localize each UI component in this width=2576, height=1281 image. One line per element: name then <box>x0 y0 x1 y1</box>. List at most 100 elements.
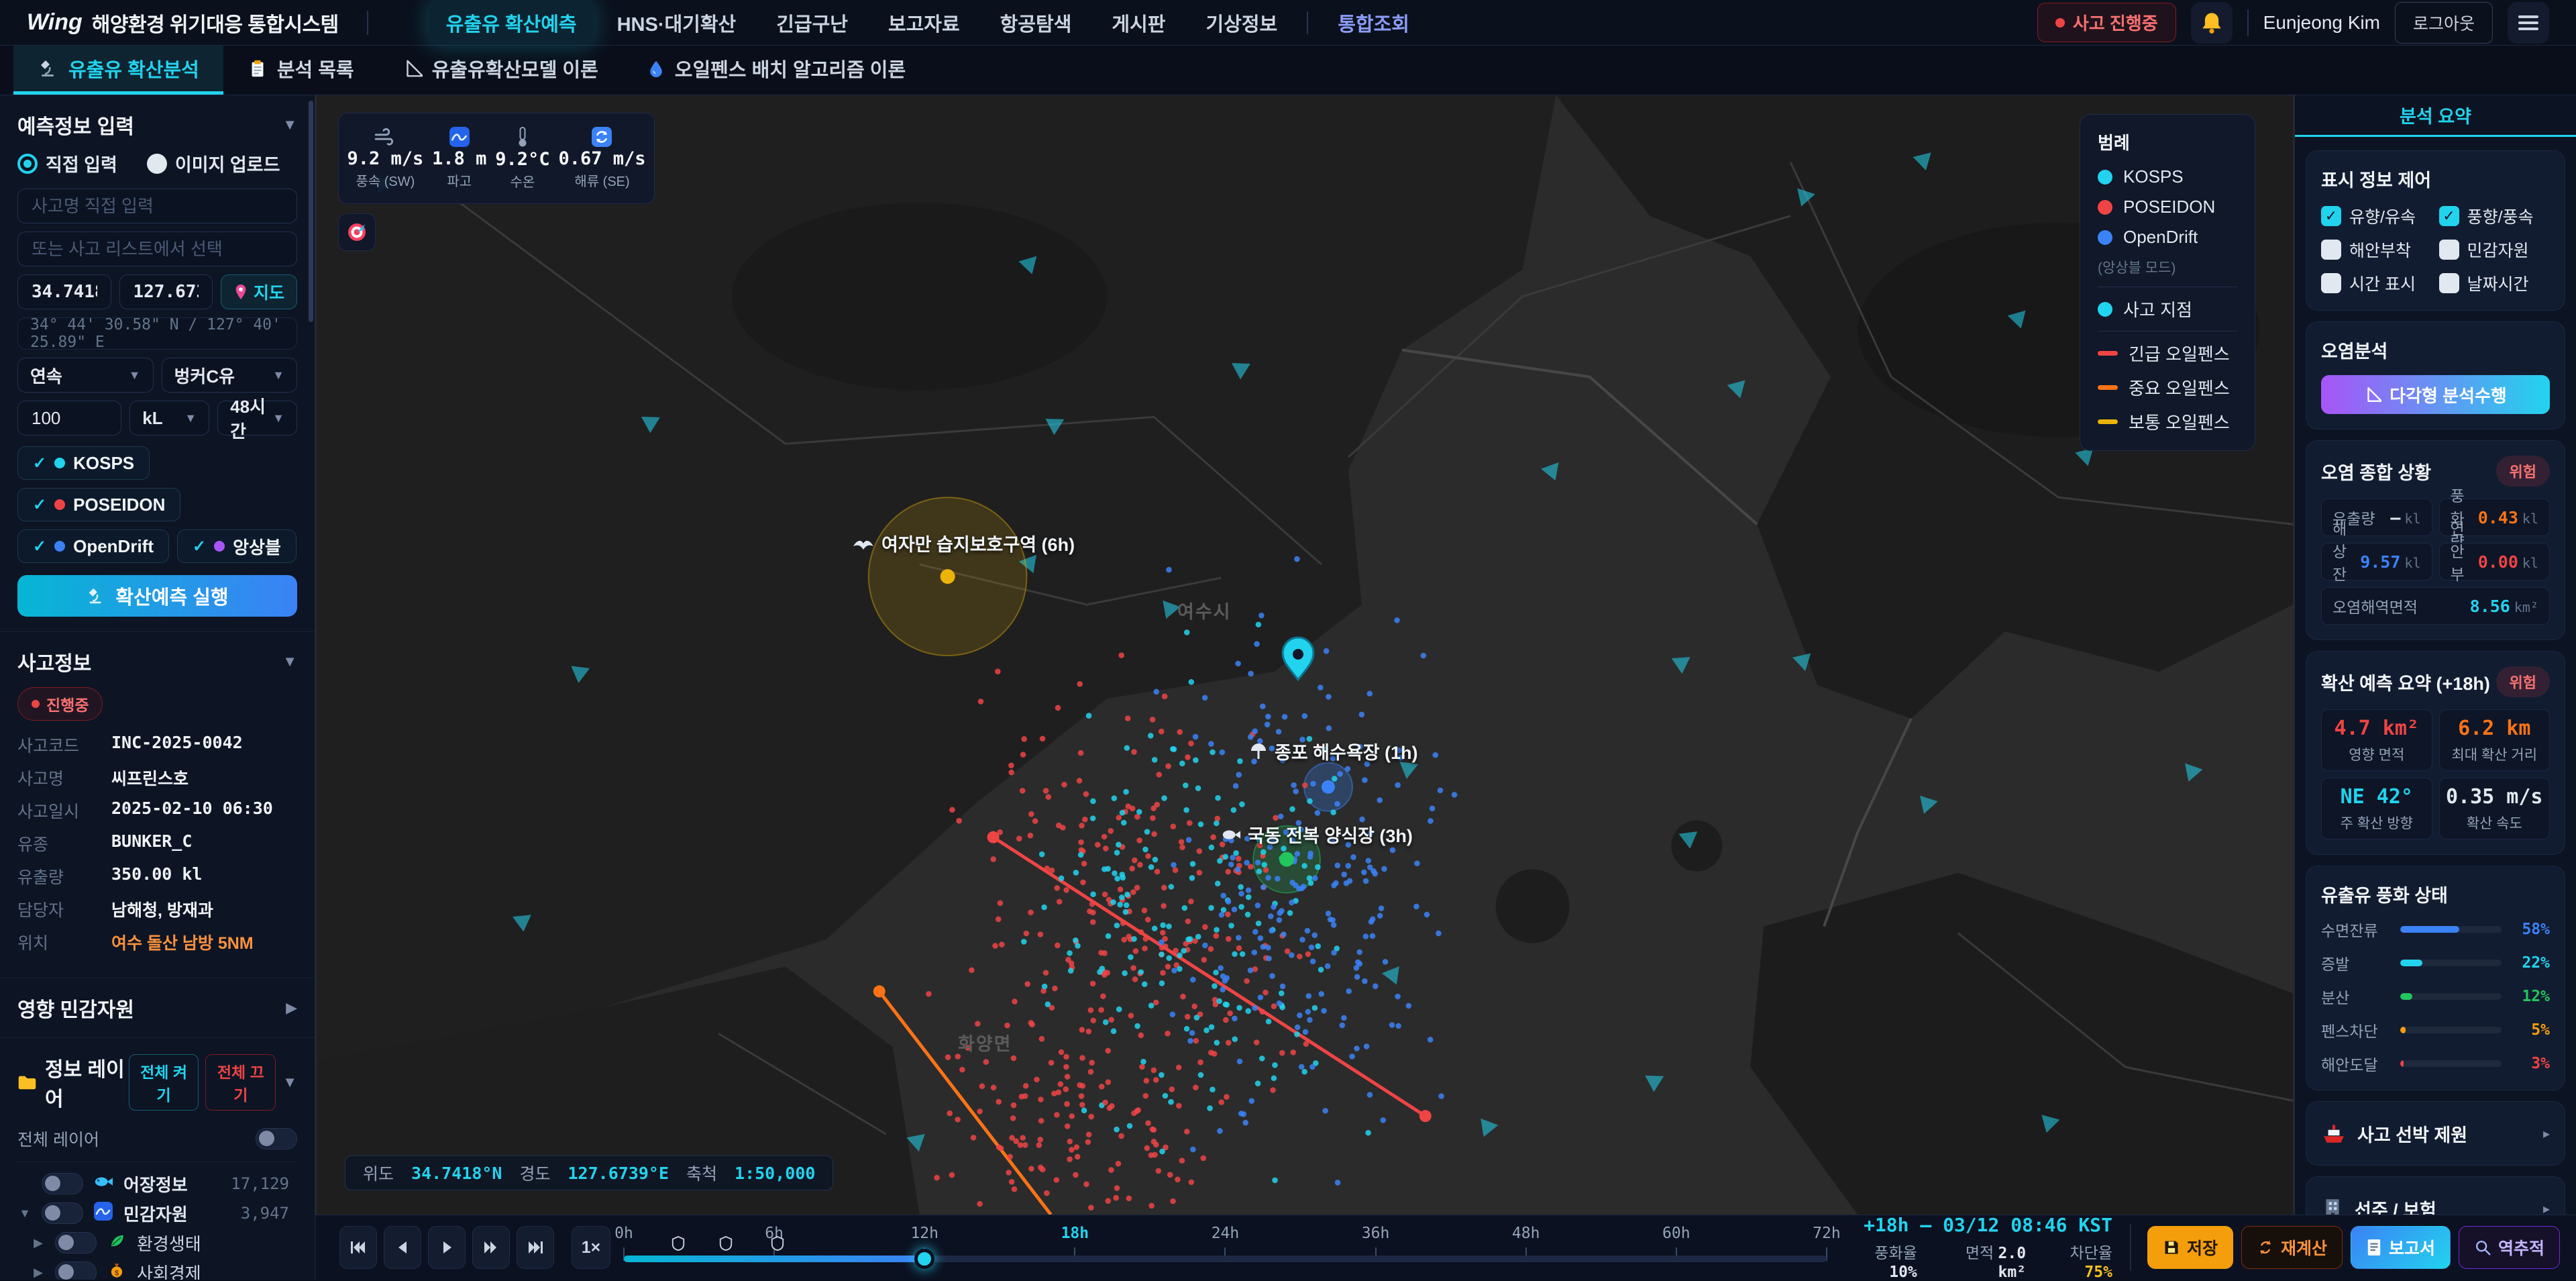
legend-fence-emergency: 긴급 오일펜스 <box>2098 341 2237 366</box>
all-layers-toggle[interactable] <box>256 1128 297 1149</box>
nav-reports[interactable]: 보고자료 <box>871 0 977 46</box>
info-layers-section: 정보 레이어 전체 켜기 전체 끄기 ▼ 전체 레이어 어장정보 17,129 … <box>0 1038 315 1280</box>
bar-surface-remaining: 수면잔류 58% <box>2321 918 2550 941</box>
expander-closed-icon[interactable]: ▶ <box>31 1236 46 1250</box>
tab-oil-fence-algorithm-theory[interactable]: 오일펜스 배치 알고리즘 이론 <box>623 46 930 95</box>
unit-select[interactable]: kL ▼ <box>129 401 209 435</box>
current-arrow-icon <box>641 417 660 433</box>
playback-speed-button[interactable]: 1× <box>572 1226 610 1269</box>
layer-toggle[interactable] <box>55 1232 97 1253</box>
play-icon <box>437 1239 456 1256</box>
layer-row-socio-economy[interactable]: ▶ $ 사회경제 <box>17 1258 297 1280</box>
checkbox-wind-dir[interactable]: ✓풍향/풍속 <box>2439 204 2551 228</box>
droplet-icon <box>647 58 665 79</box>
nav-aerial-search[interactable]: 항공탐색 <box>983 0 1089 46</box>
checkbox-datetime[interactable]: ✓날짜시간 <box>2439 271 2551 295</box>
nav-board[interactable]: 게시판 <box>1094 0 1183 46</box>
check-icon: ✓ <box>33 537 46 556</box>
layer-row-sensitive-resources[interactable]: ▼ 민감자원 3,947 <box>17 1198 297 1228</box>
spill-type-select[interactable]: 연속 ▼ <box>17 358 154 393</box>
incident-status-badge: 진행중 <box>17 687 103 721</box>
forecast-summary-card: 확산 예측 요약 (+18h) 위험 4.7 km² 영향 면적 6.2 km … <box>2306 651 2565 855</box>
svg-text:$: $ <box>115 1269 119 1277</box>
layer-row-env-ecology[interactable]: ▶ 환경생태 <box>17 1228 297 1258</box>
model-chip-kosps[interactable]: ✓ KOSPS <box>17 446 150 480</box>
map-area[interactable]: 여수시 화양면 여자만 습지보호구역 (6h) 종포 해수욕장 (1h) 국동 … <box>315 95 2294 1215</box>
model-chip-poseidon[interactable]: ✓ POSEIDON <box>17 488 180 521</box>
radio-image-upload[interactable]: 이미지 업로드 <box>147 150 280 176</box>
layers-all-on-button[interactable]: 전체 켜기 <box>129 1054 199 1111</box>
polygon-analysis-button[interactable]: 다각형 분석수행 <box>2321 375 2550 414</box>
save-button[interactable]: 저장 <box>2147 1226 2233 1269</box>
nav-hns-air-diffusion[interactable]: HNS·대기확산 <box>600 0 754 46</box>
tab-analysis-list[interactable]: 분석 목록 <box>223 46 378 95</box>
fence-marker-shield-icon[interactable] <box>671 1235 686 1251</box>
skip-start-button[interactable] <box>339 1226 377 1269</box>
layer-toggle[interactable] <box>42 1173 83 1194</box>
chevron-down-icon[interactable]: ▼ <box>282 116 297 134</box>
checkbox-icon: ✓ <box>2321 240 2341 260</box>
layer-row-fishery-info[interactable]: 어장정보 17,129 <box>17 1169 297 1198</box>
checkbox-time-display[interactable]: ✓시간 표시 <box>2321 271 2432 295</box>
tab-diffusion-model-theory[interactable]: 유출유확산모델 이론 <box>378 46 623 95</box>
nav-integrated-search[interactable]: 통합조회 <box>1320 0 1427 46</box>
recalculate-button[interactable]: 재계산 <box>2241 1226 2343 1269</box>
tab-analysis-summary[interactable]: 분석 요약 <box>2295 95 2576 137</box>
beach-umbrella-icon <box>1249 742 1268 761</box>
chevron-down-icon[interactable]: ▼ <box>282 653 297 670</box>
layer-toggle[interactable] <box>42 1202 83 1224</box>
amount-input[interactable] <box>17 401 121 435</box>
run-forecast-button[interactable]: 확산예측 실행 <box>17 575 297 617</box>
pick-on-map-button[interactable]: 지도 <box>221 274 297 309</box>
logout-button[interactable]: 로그아웃 <box>2395 2 2493 44</box>
skip-end-button[interactable] <box>517 1226 554 1269</box>
latitude-input[interactable] <box>17 274 111 309</box>
tick-label: 48h <box>1512 1225 1540 1242</box>
nav-weather-info[interactable]: 기상정보 <box>1188 0 1295 46</box>
menu-button[interactable] <box>2508 2 2549 44</box>
tab-diffusion-analysis[interactable]: 유출유 확산분석 <box>13 46 223 95</box>
timeline-handle[interactable] <box>914 1249 934 1269</box>
legend-opendrift: OpenDrift <box>2098 227 2237 248</box>
vessel-spec-card[interactable]: 사고 선박 제원 ▸ <box>2306 1101 2565 1166</box>
recenter-button[interactable] <box>338 213 376 251</box>
sidebar-scrollbar[interactable] <box>309 101 313 322</box>
step-back-icon <box>393 1239 412 1256</box>
expander-open-icon[interactable]: ▼ <box>17 1207 32 1221</box>
backtrace-button[interactable]: 역추적 <box>2459 1226 2560 1269</box>
longitude-input[interactable] <box>119 274 213 309</box>
chevron-right-icon[interactable]: ▶ <box>286 999 297 1017</box>
nav-oil-spill-forecast[interactable]: 유출유 확산예측 <box>429 0 594 46</box>
checkbox-icon: ✓ <box>2439 206 2459 226</box>
timeline-ruler[interactable]: 0h 6h 12h 18h 24h 36h 48h 60h 72h <box>624 1215 1827 1280</box>
expander-closed-icon[interactable]: ▶ <box>31 1266 46 1280</box>
model-chip-opendrift[interactable]: ✓ OpenDrift <box>17 529 169 563</box>
nav-emergency-rescue[interactable]: 긴급구난 <box>759 0 865 46</box>
step-back-button[interactable] <box>384 1226 421 1269</box>
notifications-button[interactable] <box>2191 2 2233 44</box>
current-arrow-icon <box>1672 657 1692 674</box>
report-button[interactable]: 보고서 <box>2351 1226 2451 1269</box>
fence-marker-shield-icon[interactable] <box>770 1235 785 1251</box>
section-title: 정보 레이어 <box>17 1053 129 1112</box>
wind-speed-cell: 9.2 m/s 풍속 (SW) <box>347 127 423 190</box>
chevron-down-icon[interactable]: ▼ <box>282 1074 297 1091</box>
duration-select[interactable]: 48시간 ▼ <box>217 401 297 435</box>
checkbox-current-dir[interactable]: ✓유향/유속 <box>2321 204 2432 228</box>
incident-name-input[interactable] <box>17 189 297 223</box>
incident-list-input[interactable] <box>17 232 297 266</box>
radio-direct-input[interactable]: 직접 입력 <box>17 150 117 176</box>
fence-marker-shield-icon[interactable] <box>718 1235 733 1251</box>
thermometer-icon <box>516 126 529 148</box>
layers-all-off-button[interactable]: 전체 끄기 <box>205 1054 276 1111</box>
model-chip-ensemble[interactable]: ✓ 앙상블 <box>177 529 297 563</box>
play-button[interactable] <box>428 1226 466 1269</box>
impact-resources-section[interactable]: 영향 민감자원 ▶ <box>0 978 315 1038</box>
checkbox-sensitive-resources[interactable]: ✓민감자원 <box>2439 238 2551 262</box>
oil-type-select[interactable]: 벙커C유 ▼ <box>162 358 298 393</box>
fast-forward-button[interactable] <box>472 1226 510 1269</box>
current-arrow-icon <box>1727 380 1750 401</box>
checkbox-coast-adhesion[interactable]: ✓해안부착 <box>2321 238 2432 262</box>
layer-toggle[interactable] <box>55 1262 97 1280</box>
left-sidebar: 예측정보 입력 ▼ 직접 입력 이미지 업로드 지도 <box>0 95 315 1280</box>
